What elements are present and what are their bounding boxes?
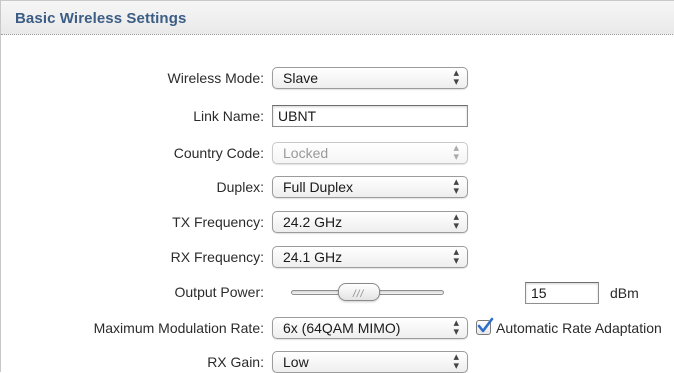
max-modulation-rate-label: Maximum Modulation Rate:: [93, 320, 264, 336]
output-power-unit: dBm: [610, 285, 639, 301]
duplex-value: Full Duplex: [283, 179, 354, 195]
duplex-label: Duplex:: [216, 179, 264, 195]
wireless-mode-label: Wireless Mode:: [167, 70, 264, 86]
automatic-rate-adaptation-label: Automatic Rate Adaptation: [496, 320, 662, 336]
country-code-value: Locked: [283, 145, 329, 161]
basic-wireless-settings-panel: Basic Wireless Settings Wireless Mode: S…: [0, 0, 674, 373]
up-down-chevron-icon: ▴ ▾: [453, 351, 459, 372]
country-code-label: Country Code:: [173, 145, 264, 161]
section-header: Basic Wireless Settings: [1, 1, 674, 35]
country-code-select: Locked ▴ ▾: [272, 142, 468, 164]
output-power-value: 15: [531, 285, 547, 301]
rx-gain-value: Low: [283, 354, 309, 370]
rx-frequency-value: 24.1 GHz: [283, 249, 343, 265]
tx-frequency-value: 24.2 GHz: [283, 214, 343, 230]
section-title: Basic Wireless Settings: [15, 10, 187, 27]
rx-gain-label: RX Gain:: [207, 354, 264, 370]
tx-frequency-label: TX Frequency:: [172, 214, 264, 230]
tx-frequency-select[interactable]: 24.2 GHz ▴ ▾: [272, 211, 468, 233]
up-down-chevron-icon: ▴ ▾: [453, 317, 459, 338]
up-down-chevron-icon: ▴ ▾: [453, 142, 459, 163]
up-down-chevron-icon: ▴ ▾: [453, 211, 459, 232]
up-down-chevron-icon: ▴ ▾: [453, 176, 459, 197]
max-modulation-rate-value: 6x (64QAM MIMO): [283, 320, 401, 336]
wireless-mode-select[interactable]: Slave ▴ ▾: [272, 67, 468, 89]
up-down-chevron-icon: ▴ ▾: [453, 246, 459, 267]
link-name-label: Link Name:: [193, 108, 264, 124]
wireless-mode-value: Slave: [283, 70, 319, 86]
rx-gain-select[interactable]: Low ▴ ▾: [272, 351, 468, 373]
max-modulation-rate-select[interactable]: 6x (64QAM MIMO) ▴ ▾: [272, 317, 468, 339]
duplex-select[interactable]: Full Duplex ▴ ▾: [272, 176, 468, 198]
output-power-field[interactable]: 15: [525, 282, 599, 304]
link-name-field[interactable]: UBNT: [272, 105, 468, 127]
rx-frequency-label: RX Frequency:: [170, 249, 264, 265]
automatic-rate-adaptation-checkbox[interactable]: [476, 317, 494, 335]
checkmark-icon: [477, 317, 494, 333]
output-power-slider-handle[interactable]: ///: [337, 283, 380, 301]
rx-frequency-select[interactable]: 24.1 GHz ▴ ▾: [272, 246, 468, 268]
up-down-chevron-icon: ▴ ▾: [453, 67, 459, 88]
link-name-value: UBNT: [278, 108, 317, 124]
output-power-label: Output Power:: [174, 284, 265, 300]
grip-icon: ///: [352, 289, 365, 300]
